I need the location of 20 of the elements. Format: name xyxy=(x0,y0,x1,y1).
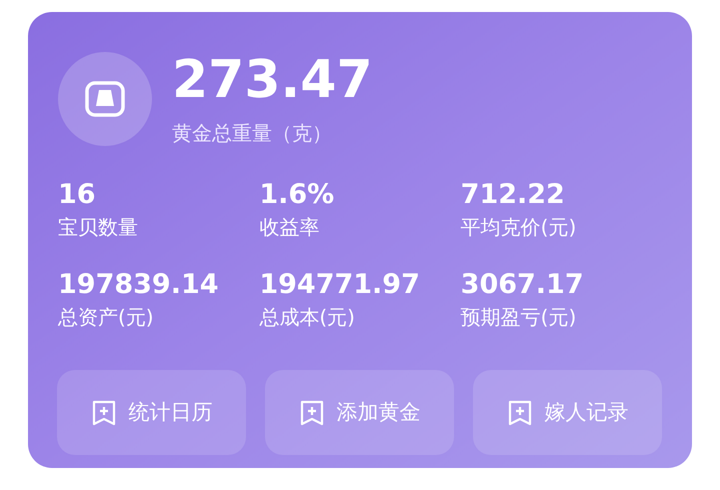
add-bookmark-icon xyxy=(298,398,324,426)
action-button[interactable]: 嫁人记录 xyxy=(473,370,662,455)
add-bookmark-icon xyxy=(90,398,116,426)
stat-label: 预期盈亏(元) xyxy=(460,304,578,331)
stat-value: 197839.14 xyxy=(58,268,220,302)
total-weight-value: 273.47 xyxy=(172,50,373,110)
stat-label: 平均克价(元) xyxy=(460,214,578,241)
stat-value: 1.6% xyxy=(259,178,336,212)
total-weight-label: 黄金总重量（克） xyxy=(172,120,333,147)
action-button[interactable]: 添加黄金 xyxy=(265,370,454,455)
stat-value: 194771.97 xyxy=(259,268,421,302)
stat-label: 宝贝数量 xyxy=(58,214,139,241)
stat-value: 3067.17 xyxy=(460,268,585,302)
stat-value: 16 xyxy=(58,178,97,212)
action-button[interactable]: 统计日历 xyxy=(57,370,246,455)
stat-label: 总成本(元) xyxy=(259,304,356,331)
add-bookmark-icon xyxy=(506,398,532,426)
stat-value: 712.22 xyxy=(460,178,566,212)
stat-label: 总资产(元) xyxy=(58,304,155,331)
stat-label: 收益率 xyxy=(259,214,320,241)
